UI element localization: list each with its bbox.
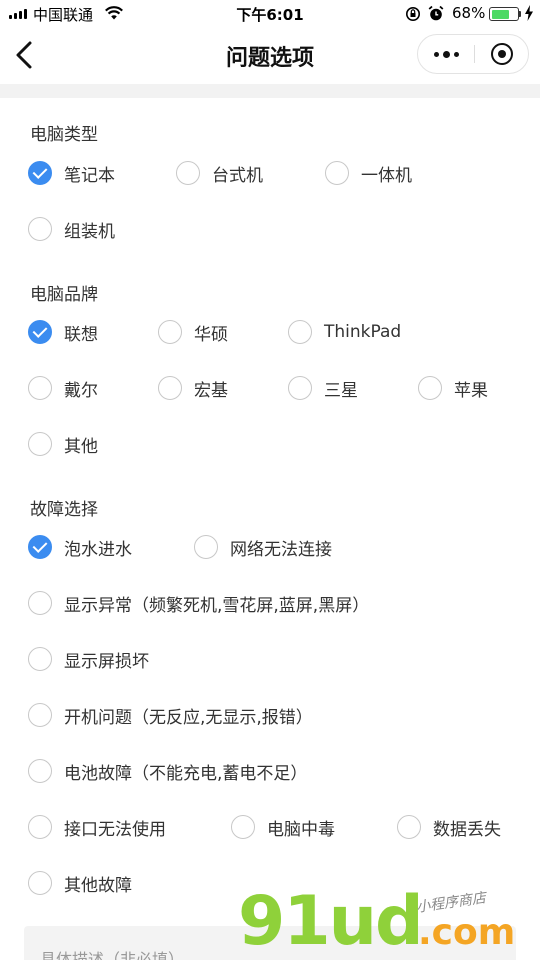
option-brand[interactable]: 其他: [28, 428, 98, 460]
option-label: 笔记本: [64, 165, 115, 186]
option-label: 宏基: [194, 380, 228, 401]
navigation-bar: 问题选项: [0, 28, 540, 82]
option-fault[interactable]: 显示屏损坏: [28, 643, 149, 675]
radio-check-icon[interactable]: [288, 320, 312, 344]
option-label: 其他故障: [64, 875, 132, 896]
option-label: 苹果: [454, 380, 488, 401]
charging-icon: [525, 5, 533, 21]
option-label: 戴尔: [64, 380, 98, 401]
radio-check-icon[interactable]: [28, 320, 52, 344]
option-brand[interactable]: 苹果: [418, 372, 488, 404]
radio-check-icon[interactable]: [28, 535, 52, 559]
radio-check-icon[interactable]: [28, 217, 52, 241]
radio-check-icon[interactable]: [158, 320, 182, 344]
watermark-tagline: 小程序商店: [415, 890, 487, 916]
battery-percent: 68%: [452, 4, 486, 22]
option-label: 一体机: [361, 165, 412, 186]
radio-check-icon[interactable]: [28, 647, 52, 671]
more-dots-icon[interactable]: [418, 35, 474, 73]
section-title-computer-type: 电脑类型: [30, 125, 98, 145]
description-textarea[interactable]: 具体描述（非必填）: [24, 926, 516, 960]
option-fault[interactable]: 显示异常（频繁死机,雪花屏,蓝屏,黑屏）: [28, 587, 369, 619]
radio-check-icon[interactable]: [28, 871, 52, 895]
option-label: 组装机: [64, 221, 115, 242]
radio-check-icon[interactable]: [231, 815, 255, 839]
option-label: 泡水进水: [64, 539, 132, 560]
option-label: 三星: [324, 380, 358, 401]
option-label: ThinkPad: [324, 322, 402, 342]
option-label: 电池故障（不能充电,蓄电不足）: [64, 763, 308, 784]
radio-check-icon[interactable]: [176, 161, 200, 185]
option-fault[interactable]: 开机问题（无反应,无显示,报错）: [28, 699, 313, 731]
option-brand[interactable]: 宏基: [158, 372, 228, 404]
radio-check-icon[interactable]: [28, 161, 52, 185]
option-brand[interactable]: 戴尔: [28, 372, 98, 404]
option-label: 电脑中毒: [267, 819, 335, 840]
radio-check-icon[interactable]: [288, 376, 312, 400]
radio-check-icon[interactable]: [325, 161, 349, 185]
option-label: 接口无法使用: [64, 819, 166, 840]
option-fault[interactable]: 网络无法连接: [194, 531, 332, 563]
option-computer-type[interactable]: 台式机: [176, 157, 263, 189]
option-brand[interactable]: 三星: [288, 372, 358, 404]
radio-check-icon[interactable]: [158, 376, 182, 400]
radio-check-icon[interactable]: [28, 432, 52, 456]
radio-check-icon[interactable]: [397, 815, 421, 839]
option-label: 网络无法连接: [230, 539, 332, 560]
radio-check-icon[interactable]: [28, 703, 52, 727]
radio-check-icon[interactable]: [418, 376, 442, 400]
option-label: 其他: [64, 436, 98, 457]
option-label: 联想: [64, 324, 98, 345]
option-fault[interactable]: 泡水进水: [28, 531, 132, 563]
option-brand[interactable]: ThinkPad: [288, 316, 401, 348]
status-bar: 中国联通 下午6:01 68%: [0, 0, 540, 28]
description-placeholder: 具体描述（非必填）: [40, 950, 185, 960]
section-title-fault: 故障选择: [30, 500, 98, 520]
radio-check-icon[interactable]: [28, 759, 52, 783]
option-fault[interactable]: 接口无法使用: [28, 811, 166, 843]
radio-check-icon[interactable]: [28, 815, 52, 839]
radio-check-icon[interactable]: [28, 591, 52, 615]
option-label: 华硕: [194, 324, 228, 345]
target-circle-icon[interactable]: [491, 43, 513, 65]
option-computer-type[interactable]: 一体机: [325, 157, 412, 189]
radio-check-icon[interactable]: [28, 376, 52, 400]
option-brand[interactable]: 联想: [28, 316, 98, 348]
option-label: 显示屏损坏: [64, 651, 149, 672]
option-label: 开机问题（无反应,无显示,报错）: [64, 707, 313, 728]
divider-band: [0, 84, 540, 98]
rotation-lock-icon: [406, 7, 420, 21]
option-label: 显示异常（频繁死机,雪花屏,蓝屏,黑屏）: [64, 595, 370, 616]
option-fault[interactable]: 其他故障: [28, 867, 132, 899]
option-fault[interactable]: 数据丢失: [397, 811, 501, 843]
mini-program-capsule: [417, 34, 529, 74]
option-label: 台式机: [212, 165, 263, 186]
option-brand[interactable]: 华硕: [158, 316, 228, 348]
section-title-brand: 电脑品牌: [30, 285, 98, 305]
radio-check-icon[interactable]: [194, 535, 218, 559]
option-computer-type[interactable]: 组装机: [28, 213, 115, 245]
option-fault[interactable]: 电脑中毒: [231, 811, 335, 843]
battery-icon: [489, 7, 519, 21]
option-computer-type[interactable]: 笔记本: [28, 157, 115, 189]
alarm-icon: [428, 5, 444, 21]
option-fault[interactable]: 电池故障（不能充电,蓄电不足）: [28, 755, 307, 787]
option-label: 数据丢失: [433, 819, 501, 840]
